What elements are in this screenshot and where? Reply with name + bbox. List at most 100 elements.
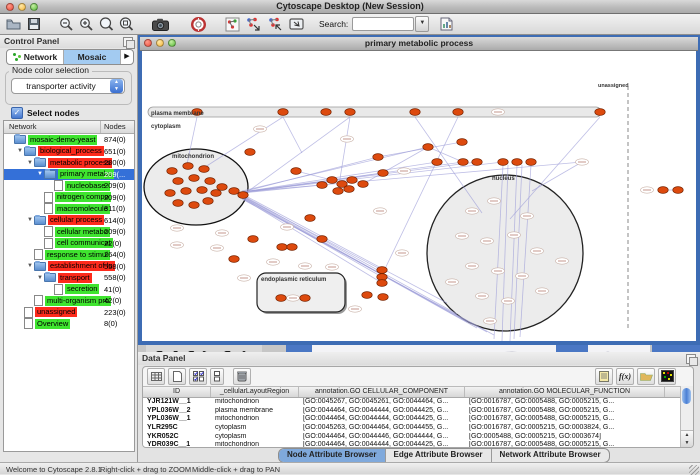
- help-ring-icon[interactable]: [189, 16, 207, 33]
- float-panel-icon[interactable]: [686, 354, 696, 364]
- table-row[interactable]: YJR121W__1mitochondrion[GO:0045267, GO:0…: [143, 398, 681, 407]
- tree-row[interactable]: nitrogen compo209(0): [4, 192, 134, 204]
- graph-node-selected[interactable]: [344, 186, 354, 193]
- window-canvas-segment[interactable]: [312, 345, 556, 352]
- zoom-in-button[interactable]: [77, 16, 95, 33]
- window-canvas-segment[interactable]: [588, 345, 650, 352]
- scrollbar-thumb[interactable]: [682, 388, 691, 404]
- tree-row[interactable]: multi-organism pro42(0): [4, 295, 134, 307]
- col-cellular-component[interactable]: annotation.GO CELLULAR_COMPONENT: [299, 387, 465, 397]
- graph-node-selected[interactable]: [197, 187, 207, 194]
- disclosure-triangle[interactable]: ▼: [36, 171, 44, 177]
- tab-network[interactable]: Network: [7, 50, 64, 64]
- attribute-table-header[interactable]: ID _cellularLayoutRegion annotation.GO C…: [143, 387, 681, 398]
- graph-node-selected[interactable]: [423, 144, 433, 151]
- tree-row[interactable]: ▼biological_process651(0): [4, 146, 134, 158]
- tab-mosaic[interactable]: Mosaic: [64, 50, 121, 64]
- graph-node-selected[interactable]: [362, 292, 372, 299]
- attribute-batch-icon[interactable]: [210, 368, 224, 385]
- zoom-fit-button[interactable]: [97, 16, 115, 33]
- graph-node-selected[interactable]: [453, 109, 463, 116]
- search-dropdown-arrow[interactable]: ▼: [415, 16, 429, 32]
- graph-node-selected[interactable]: [378, 294, 388, 301]
- graph-node-selected[interactable]: [472, 159, 482, 166]
- graph-node-selected[interactable]: [321, 109, 331, 116]
- tree-row[interactable]: ▼establishment of lo558(0): [4, 261, 134, 273]
- tree-row[interactable]: cell communicat22(0): [4, 238, 134, 250]
- tree-header[interactable]: Network Nodes: [4, 121, 134, 134]
- network-canvas[interactable]: plasma membranecytoplasmmitochondrionnuc…: [142, 51, 696, 341]
- tree-row[interactable]: ▼cellular process614(0): [4, 215, 134, 227]
- graph-node-selected[interactable]: [229, 256, 239, 263]
- select-nodes-checkbox[interactable]: ✓: [11, 107, 23, 119]
- network-view-a-icon[interactable]: [244, 16, 262, 33]
- graph-node-selected[interactable]: [203, 198, 213, 205]
- tree-row[interactable]: cellular metabo209(0): [4, 226, 134, 238]
- snapshot-camera-icon[interactable]: [151, 16, 169, 33]
- tree-row[interactable]: response to stimul264(0): [4, 249, 134, 261]
- show-on-monitor-icon[interactable]: [287, 16, 305, 33]
- table-row[interactable]: YLR295Ccytoplasm[GO:0045263, GO:0044464,…: [143, 424, 681, 433]
- graph-node-selected[interactable]: [287, 244, 297, 251]
- graph-node-selected[interactable]: [248, 236, 258, 243]
- graph-node-selected[interactable]: [378, 170, 388, 177]
- graph-node-selected[interactable]: [199, 166, 209, 173]
- disclosure-triangle[interactable]: ▼: [36, 275, 44, 281]
- network-view-titlebar[interactable]: primary metabolic process: [140, 37, 698, 51]
- table-row[interactable]: YKR052Ccytoplasm[GO:0044464, GO:0044446,…: [143, 433, 681, 442]
- graph-node-selected[interactable]: [377, 280, 387, 287]
- graph-node-selected[interactable]: [317, 182, 327, 189]
- graph-node-selected[interactable]: [276, 295, 286, 302]
- import-file-icon[interactable]: [637, 368, 655, 385]
- create-network-view-icon[interactable]: [223, 16, 241, 33]
- graph-node-selected[interactable]: [189, 202, 199, 209]
- col-id[interactable]: ID: [143, 387, 211, 397]
- zoom-out-button[interactable]: [57, 16, 75, 33]
- overview-window-thumbnail[interactable]: [146, 345, 262, 352]
- graph-node-selected[interactable]: [526, 159, 536, 166]
- disclosure-triangle[interactable]: ▼: [26, 263, 34, 269]
- disclosure-triangle[interactable]: ▼: [16, 148, 24, 154]
- graph-node-selected[interactable]: [373, 154, 383, 161]
- graph-node-selected[interactable]: [347, 177, 357, 184]
- graph-node-selected[interactable]: [673, 187, 683, 194]
- graph-node-selected[interactable]: [245, 149, 255, 156]
- delete-attribute-icon[interactable]: [233, 368, 251, 385]
- tree-row[interactable]: ▼primary metabo209(...: [4, 169, 134, 181]
- tab-network-attribute-browser[interactable]: Network Attribute Browser: [492, 449, 609, 462]
- search-input[interactable]: [352, 17, 414, 31]
- table-row[interactable]: YPL036W__1mitochondrion[GO:0044464, GO:0…: [143, 415, 681, 424]
- graph-node-selected[interactable]: [173, 200, 183, 207]
- matrix-view-icon[interactable]: [658, 368, 676, 385]
- tree-row[interactable]: secretion41(0): [4, 284, 134, 296]
- report-icon[interactable]: [437, 16, 455, 33]
- graph-node-selected[interactable]: [595, 109, 605, 116]
- col-region[interactable]: _cellularLayoutRegion: [211, 387, 299, 397]
- disclosure-triangle[interactable]: ▼: [26, 217, 34, 223]
- graph-node-selected[interactable]: [189, 175, 199, 182]
- col-molecular-function[interactable]: annotation.GO MOLECULAR_FUNCTION: [465, 387, 665, 397]
- tree-row[interactable]: unassigned223(0): [4, 307, 134, 319]
- graph-node-selected[interactable]: [238, 192, 248, 199]
- graph-node-selected[interactable]: [377, 267, 387, 274]
- graph-node-selected[interactable]: [327, 177, 337, 184]
- graph-node-selected[interactable]: [183, 163, 193, 170]
- graph-node-selected[interactable]: [512, 159, 522, 166]
- tree-row[interactable]: nucleobase-209(0): [4, 180, 134, 192]
- scrollbar-arrows[interactable]: ▲▼: [681, 430, 693, 447]
- table-row[interactable]: YPL036W__2plasma membrane[GO:0044464, GO…: [143, 407, 681, 416]
- graph-node-selected[interactable]: [277, 244, 287, 251]
- tab-node-attribute-browser[interactable]: Node Attribute Browser: [279, 449, 386, 462]
- graph-node-selected[interactable]: [457, 139, 467, 146]
- graph-node-selected[interactable]: [658, 187, 668, 194]
- network-view-b-icon[interactable]: [266, 16, 284, 33]
- graph-node-selected[interactable]: [458, 159, 468, 166]
- graph-node-selected[interactable]: [358, 181, 368, 188]
- tab-edge-attribute-browser[interactable]: Edge Attribute Browser: [386, 449, 492, 462]
- tree-row[interactable]: macromolecule311(0): [4, 203, 134, 215]
- new-attribute-icon[interactable]: [168, 368, 186, 385]
- graph-node-selected[interactable]: [305, 215, 315, 222]
- graph-node-selected[interactable]: [498, 159, 508, 166]
- node-color-dropdown[interactable]: transporter activity ▲▼: [11, 78, 125, 94]
- graph-node-selected[interactable]: [205, 178, 215, 185]
